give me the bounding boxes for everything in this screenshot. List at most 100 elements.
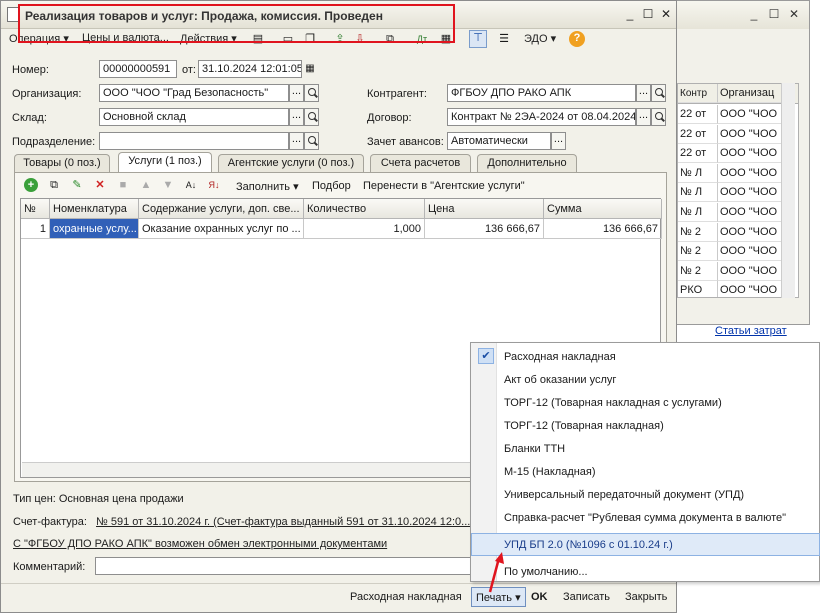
- move-down-icon[interactable]: ▼: [161, 178, 175, 192]
- division-select-button[interactable]: ...: [289, 132, 304, 150]
- menu-item-services-act[interactable]: Акт об оказании услуг: [504, 374, 616, 386]
- menu-item-ttn[interactable]: Бланки ТТН: [504, 443, 565, 455]
- tab-settlement-accounts[interactable]: Счета расчетов: [370, 154, 471, 172]
- contract-open-icon[interactable]: [651, 108, 666, 126]
- sort-desc-icon[interactable]: Я↓: [207, 178, 221, 192]
- fill-menu[interactable]: Заполнить ▾: [236, 180, 299, 193]
- number-field[interactable]: 00000000591: [99, 60, 177, 78]
- organization-select-button[interactable]: ...: [289, 84, 304, 102]
- menu-item-torg12[interactable]: ТОРГ-12 (Товарная накладная): [504, 420, 664, 432]
- maximize-icon[interactable]: ☐: [641, 7, 655, 21]
- subordinate-icon[interactable]: ⊤: [469, 30, 487, 48]
- edo-menu[interactable]: ЭДО ▾: [524, 32, 556, 45]
- copy-row-icon[interactable]: ⧉: [47, 178, 61, 192]
- add-row-icon[interactable]: +: [24, 178, 38, 192]
- edo-exchange-link[interactable]: С "ФГБОУ ДПО РАКО АПК" возможен обмен эл…: [13, 538, 387, 550]
- advance-select-button[interactable]: ...: [551, 132, 566, 150]
- end-edit-icon[interactable]: ■: [116, 178, 130, 192]
- save-button[interactable]: Записать: [559, 587, 614, 607]
- move-up-icon[interactable]: ▲: [139, 178, 153, 192]
- move-to-agent-button[interactable]: Перенести в "Агентские услуги": [363, 180, 525, 192]
- tab-services[interactable]: Услуги (1 поз.): [118, 152, 212, 173]
- list-icon[interactable]: ☰: [497, 32, 511, 46]
- help-icon[interactable]: ?: [569, 31, 585, 47]
- bg-row-contract[interactable]: № 2: [678, 222, 718, 242]
- menu-item-currency-reference[interactable]: Справка-расчет "Рублевая сумма документа…: [504, 512, 786, 524]
- comment-field[interactable]: [95, 557, 475, 575]
- bg-row-org[interactable]: ООО "ЧОО: [718, 183, 784, 203]
- counterparty-select-button[interactable]: ...: [636, 84, 651, 102]
- bg-row-contract[interactable]: № 2: [678, 242, 718, 262]
- bg-row-org[interactable]: ООО "ЧОО: [718, 163, 784, 183]
- bg-row-org[interactable]: ООО "ЧОО: [718, 203, 784, 222]
- table-row-quantity[interactable]: 1,000: [304, 219, 425, 239]
- bg-row-org[interactable]: ООО "ЧОО: [718, 222, 784, 242]
- menu-item-m15[interactable]: М-15 (Накладная): [504, 466, 596, 478]
- column-header-number[interactable]: №: [21, 199, 50, 219]
- menu-item-upd[interactable]: Универсальный передаточный документ (УПД…: [504, 489, 744, 501]
- column-header-nomenclature[interactable]: Номенклатура: [50, 199, 139, 219]
- menu-item-torg12-services[interactable]: ТОРГ-12 (Товарная накладная с услугами): [504, 397, 722, 409]
- bg-row-org[interactable]: ООО "ЧОО: [718, 144, 784, 164]
- minimize-icon[interactable]: _: [747, 7, 761, 21]
- menu-item-sales-invoice[interactable]: Расходная накладная: [504, 351, 616, 363]
- number-label: Номер:: [12, 64, 49, 76]
- warehouse-open-icon[interactable]: [304, 108, 319, 126]
- contract-field[interactable]: Контракт № 2ЭА-2024 от 08.04.2024: [447, 108, 636, 126]
- bg-row-contract[interactable]: № Л: [678, 183, 718, 203]
- table-row-price[interactable]: 136 666,67: [425, 219, 544, 239]
- edit-row-icon[interactable]: ✎: [70, 178, 84, 192]
- counterparty-open-icon[interactable]: [651, 84, 666, 102]
- table-row-number[interactable]: 1: [21, 219, 50, 239]
- ok-button[interactable]: OK: [527, 587, 552, 607]
- advance-field[interactable]: Автоматически: [447, 132, 551, 150]
- cost-items-link[interactable]: Статьи затрат: [715, 325, 787, 337]
- tab-agent-services[interactable]: Агентские услуги (0 поз.): [218, 154, 364, 172]
- counterparty-field[interactable]: ФГБОУ ДПО РАКО АПК: [447, 84, 636, 102]
- bg-row-contract[interactable]: 22 от: [678, 124, 718, 144]
- table-row-content[interactable]: Оказание охранных услуг по ...: [139, 219, 304, 239]
- minimize-icon[interactable]: _: [623, 7, 637, 21]
- column-header-content[interactable]: Содержание услуги, доп. све...: [139, 199, 304, 219]
- division-field[interactable]: [99, 132, 289, 150]
- bg-row-contract[interactable]: № Л: [678, 163, 718, 183]
- contract-select-button[interactable]: ...: [636, 108, 651, 126]
- table-row-nomenclature[interactable]: охранные услу...: [50, 219, 139, 239]
- print-default-button[interactable]: Расходная накладная: [346, 587, 466, 607]
- warehouse-field[interactable]: Основной склад: [99, 108, 289, 126]
- bg-row-org[interactable]: ООО "ЧОО: [718, 242, 784, 262]
- bg-row-contract[interactable]: № 2: [678, 261, 718, 281]
- warehouse-select-button[interactable]: ...: [289, 108, 304, 126]
- menu-item-upd-bp[interactable]: УПД БП 2.0 (№1096 с 01.10.24 г.): [504, 539, 673, 551]
- menu-item-default[interactable]: По умолчанию...: [504, 566, 588, 578]
- organization-field[interactable]: ООО "ЧОО "Град Безопасность": [99, 84, 289, 102]
- close-icon[interactable]: ✕: [787, 7, 801, 21]
- close-button[interactable]: Закрыть: [621, 587, 671, 607]
- invoice-link[interactable]: № 591 от 31.10.2024 г. (Счет-фактура выд…: [96, 516, 470, 528]
- table-row-sum[interactable]: 136 666,67: [544, 219, 662, 239]
- column-header-quantity[interactable]: Количество: [304, 199, 425, 219]
- division-open-icon[interactable]: [304, 132, 319, 150]
- column-header-price[interactable]: Цена: [425, 199, 544, 219]
- organization-label: Организация:: [12, 88, 82, 100]
- column-header-sum[interactable]: Сумма: [544, 199, 662, 219]
- delete-row-icon[interactable]: ✕: [93, 178, 107, 192]
- organization-open-icon[interactable]: [304, 84, 319, 102]
- bg-row-org[interactable]: ООО "ЧОО: [718, 261, 784, 281]
- bg-row-contract[interactable]: 22 от: [678, 105, 718, 124]
- tab-additional[interactable]: Дополнительно: [477, 154, 577, 172]
- pick-button[interactable]: Подбор: [312, 180, 351, 192]
- tab-goods[interactable]: Товары (0 поз.): [14, 154, 110, 172]
- bg-row-org[interactable]: ООО "ЧОО: [718, 124, 784, 144]
- background-scrollbar[interactable]: [781, 83, 795, 298]
- sort-asc-icon[interactable]: А↓: [184, 178, 198, 192]
- close-icon[interactable]: ✕: [659, 7, 673, 21]
- bg-row-contract[interactable]: № Л: [678, 203, 718, 222]
- calendar-icon[interactable]: ▦: [303, 62, 317, 76]
- bg-row-contract[interactable]: 22 от: [678, 144, 718, 164]
- date-field[interactable]: 31.10.2024 12:01:05: [198, 60, 302, 78]
- bg-row-contract[interactable]: РКО: [678, 281, 718, 297]
- bg-row-org[interactable]: ООО "ЧОО: [718, 281, 784, 297]
- maximize-icon[interactable]: ☐: [767, 7, 781, 21]
- bg-row-org[interactable]: ООО "ЧОО: [718, 105, 784, 124]
